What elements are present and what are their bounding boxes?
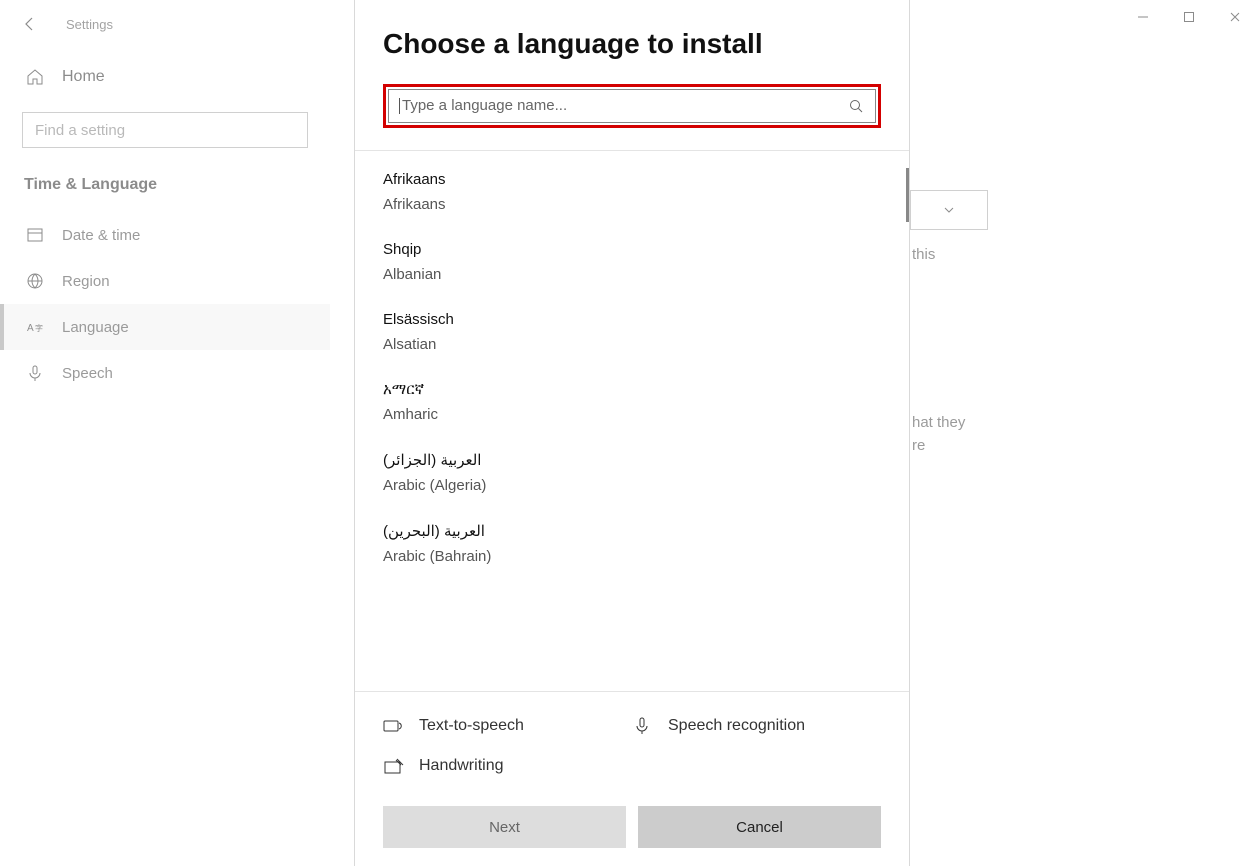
background-text-fragment: hat they re: [912, 412, 965, 457]
sidebar-item-label: Date & time: [62, 227, 140, 244]
language-item[interactable]: Shqip Albanian: [383, 231, 881, 301]
sidebar-item-label: Region: [62, 273, 110, 290]
feature-label: Speech recognition: [668, 717, 805, 735]
sidebar-item-language[interactable]: A字 Language: [0, 304, 330, 350]
dialog-footer: Text-to-speech Speech recognition Handwr…: [355, 691, 909, 866]
back-button[interactable]: [18, 16, 42, 32]
language-native-name: Elsässisch: [383, 311, 881, 328]
sidebar-home-label: Home: [62, 68, 105, 86]
maximize-button[interactable]: [1166, 0, 1212, 34]
language-native-name: Afrikaans: [383, 171, 881, 188]
feature-label: Handwriting: [419, 757, 503, 775]
language-local-name: Arabic (Bahrain): [383, 548, 881, 565]
feature-handwriting: Handwriting: [383, 746, 632, 786]
language-search-input[interactable]: Type a language name...: [388, 89, 876, 123]
calendar-clock-icon: [24, 226, 46, 244]
language-local-name: Alsatian: [383, 336, 881, 353]
background-text-fragment: this: [912, 246, 935, 263]
feature-speech-recognition: Speech recognition: [632, 706, 881, 746]
text-to-speech-icon: [383, 716, 419, 736]
handwriting-icon: [383, 756, 419, 776]
language-native-name: Shqip: [383, 241, 881, 258]
language-native-name: العربية (البحرين): [383, 522, 881, 540]
feature-label: Text-to-speech: [419, 717, 524, 735]
window-title: Settings: [66, 17, 113, 32]
choose-language-dialog: Choose a language to install Type a lang…: [354, 0, 910, 866]
sidebar-home[interactable]: Home: [0, 60, 330, 94]
home-icon: [24, 68, 46, 86]
next-button[interactable]: Next: [383, 806, 626, 848]
sidebar-search-input[interactable]: Find a setting: [22, 112, 308, 148]
sidebar-item-label: Language: [62, 319, 129, 336]
sidebar-section-title: Time & Language: [0, 170, 330, 212]
close-button[interactable]: [1212, 0, 1258, 34]
language-item[interactable]: العربية (الجزائر) Arabic (Algeria): [383, 441, 881, 512]
language-item[interactable]: Afrikaans Afrikaans: [383, 161, 881, 231]
language-item[interactable]: አማርኛ Amharic: [383, 371, 881, 441]
sidebar-item-label: Speech: [62, 365, 113, 382]
microphone-icon: [24, 364, 46, 382]
language-item[interactable]: العربية (البحرين) Arabic (Bahrain): [383, 512, 881, 583]
language-search-placeholder: Type a language name...: [399, 98, 849, 114]
search-highlight-box: Type a language name...: [383, 84, 881, 128]
dialog-title: Choose a language to install: [355, 0, 909, 78]
scrollbar-thumb[interactable]: [906, 168, 909, 222]
language-item[interactable]: Elsässisch Alsatian: [383, 301, 881, 371]
microphone-icon: [632, 716, 668, 736]
window-controls: [1120, 0, 1258, 34]
sidebar-item-date-time[interactable]: Date & time: [0, 212, 330, 258]
language-native-name: العربية (الجزائر): [383, 451, 881, 469]
svg-text:A: A: [27, 323, 34, 334]
language-local-name: Afrikaans: [383, 196, 881, 213]
cancel-button[interactable]: Cancel: [638, 806, 881, 848]
language-icon: A字: [24, 318, 46, 336]
language-local-name: Albanian: [383, 266, 881, 283]
language-local-name: Arabic (Algeria): [383, 477, 881, 494]
cancel-button-label: Cancel: [736, 819, 783, 836]
settings-sidebar: Home Find a setting Time & Language Date…: [0, 60, 330, 396]
search-icon: [849, 99, 865, 113]
sidebar-search-placeholder: Find a setting: [35, 122, 125, 139]
language-local-name: Amharic: [383, 406, 881, 423]
feature-text-to-speech: Text-to-speech: [383, 706, 632, 746]
minimize-button[interactable]: [1120, 0, 1166, 34]
background-dropdown[interactable]: [910, 190, 988, 230]
sidebar-item-speech[interactable]: Speech: [0, 350, 330, 396]
language-list: Afrikaans Afrikaans Shqip Albanian Elsäs…: [355, 151, 909, 691]
language-native-name: አማርኛ: [383, 381, 881, 398]
sidebar-item-region[interactable]: Region: [0, 258, 330, 304]
svg-text:字: 字: [35, 323, 43, 333]
next-button-label: Next: [489, 819, 520, 836]
globe-icon: [24, 272, 46, 290]
chevron-down-icon: [942, 203, 956, 217]
